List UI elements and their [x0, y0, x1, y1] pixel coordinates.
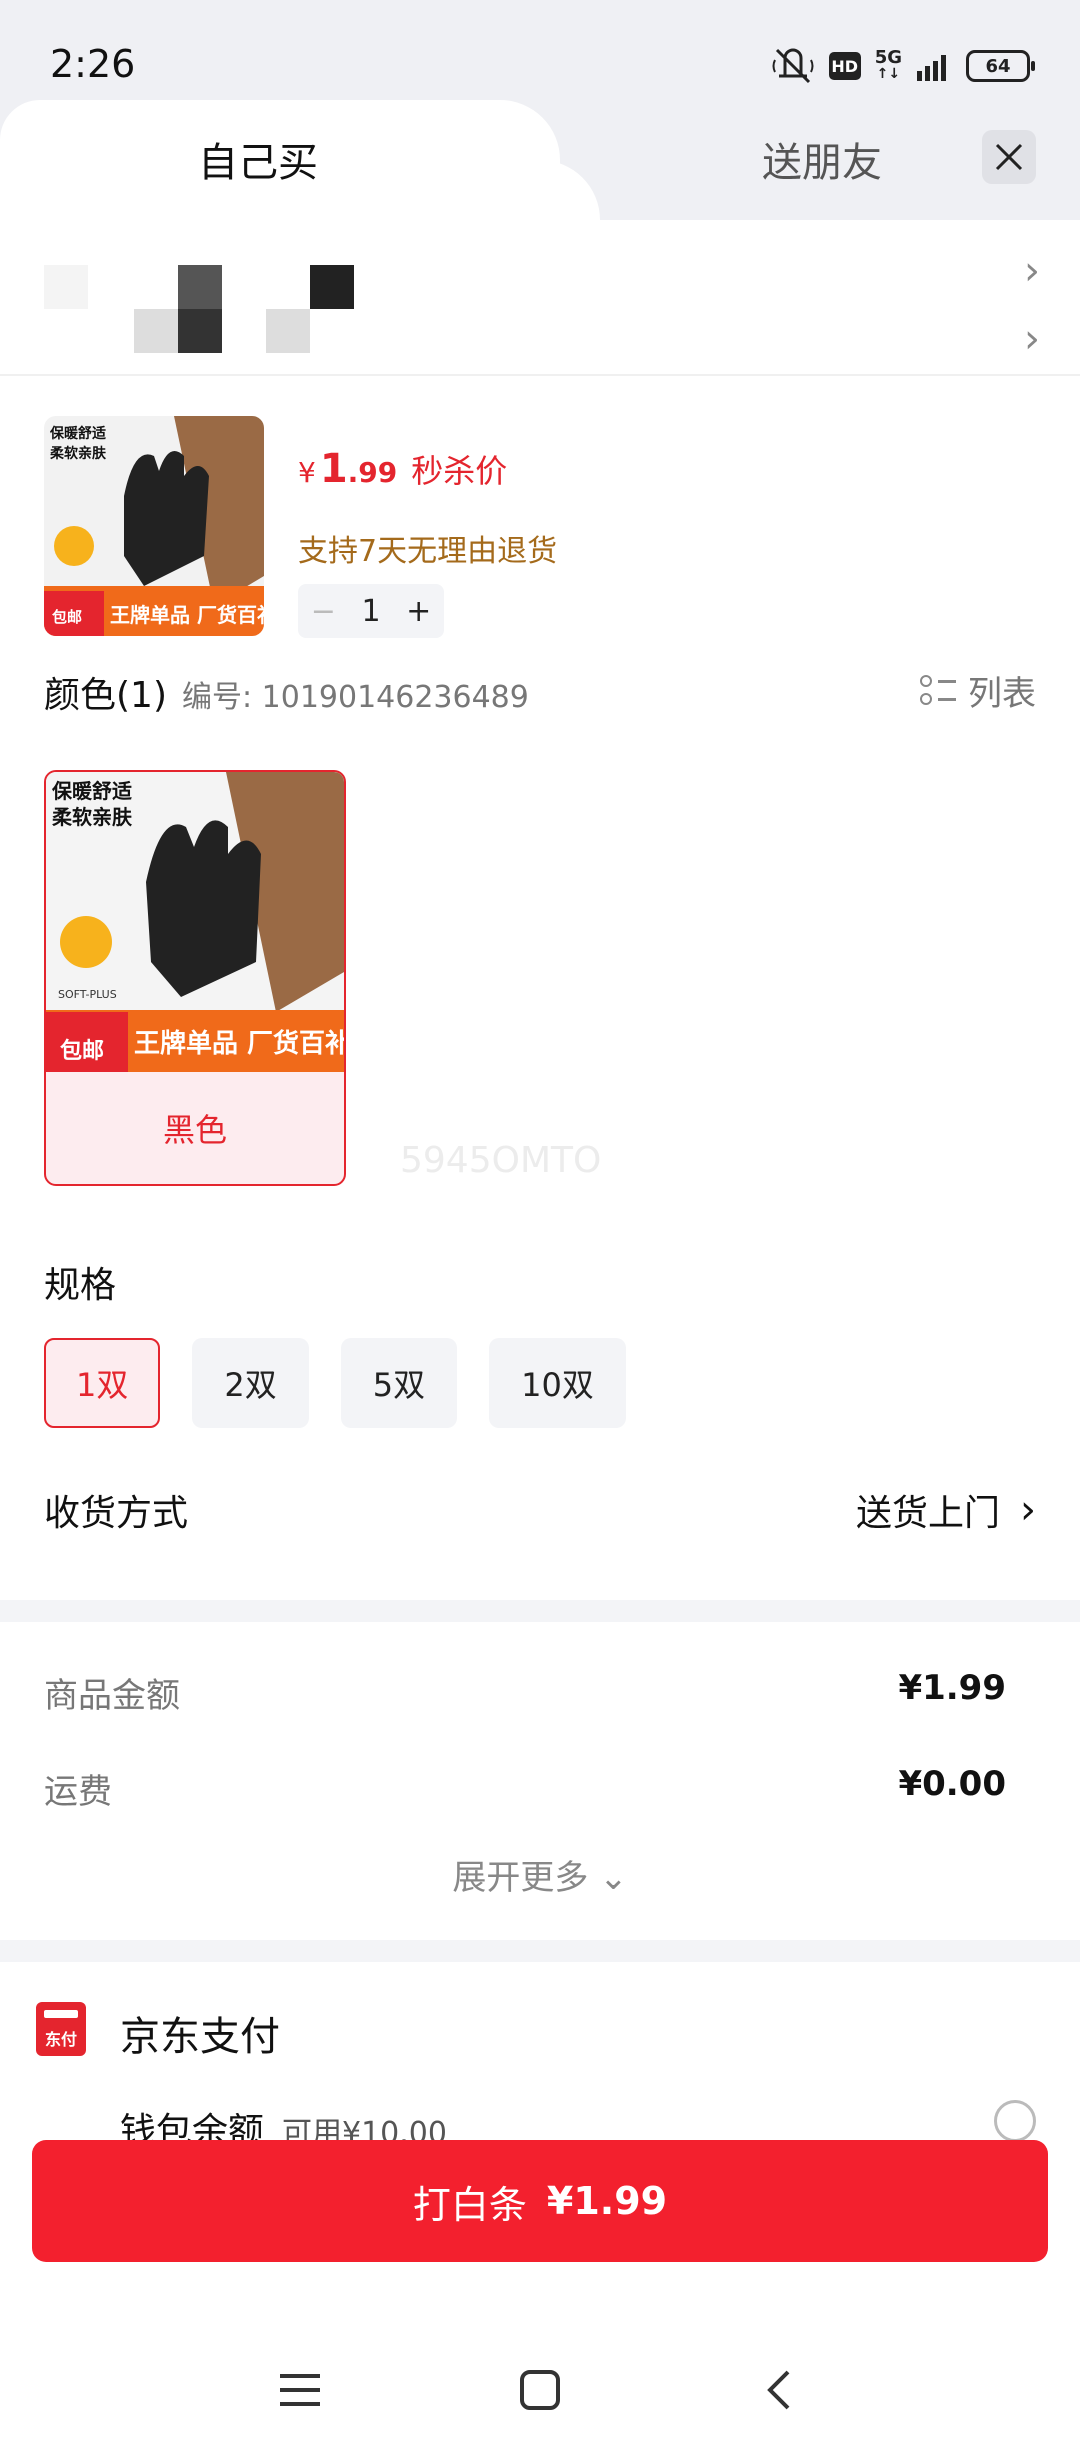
card-text-top: 保暖舒适: [51, 779, 132, 803]
price-summary: 商品金额 ¥1.99 运费 ¥0.00 展开更多 ⌄: [0, 1600, 1080, 1940]
spec-option-5[interactable]: 5双: [340, 1338, 458, 1428]
spec-option-2[interactable]: 2双: [192, 1338, 309, 1428]
card-text-top2: 柔软亲肤: [52, 805, 133, 829]
pay-button[interactable]: 打白条 ¥1.99: [32, 2140, 1048, 2262]
color-option-black[interactable]: 保暖舒适 柔软亲肤 SOFT-PLUS 包邮 王牌单品 厂货百补 黑色: [44, 770, 346, 1186]
system-nav-bar: [0, 2320, 1080, 2460]
color-option-label: 黑色: [162, 1111, 227, 1149]
network-label: 5G: [874, 47, 902, 68]
goods-amount-value: ¥1.99: [898, 1668, 1006, 1708]
home-nav-button[interactable]: [510, 2360, 570, 2420]
freight-label: 运费: [44, 1772, 112, 1812]
freight-row: 运费 ¥0.00: [44, 1764, 1006, 1813]
shipping-method-row[interactable]: 收货方式 送货上门 ›: [44, 1480, 1036, 1540]
expand-more-button[interactable]: 展开更多 ⌄: [0, 1850, 1080, 1899]
battery-icon: 64: [966, 50, 1035, 82]
return-policy-note: 支持7天无理由退货: [298, 534, 558, 569]
card-badge: 包邮: [60, 1038, 104, 1064]
watermark: 5945OMTO: [400, 1140, 602, 1181]
list-icon: [920, 673, 956, 709]
thumb-text-top: 保暖舒适: [49, 425, 106, 442]
price-row: ¥ 1 .99 秒杀价: [298, 446, 507, 492]
shipping-value: 送货上门: [855, 1493, 1000, 1534]
quantity-value[interactable]: 1: [361, 594, 380, 629]
spec-option-1[interactable]: 1双: [44, 1338, 161, 1428]
list-view-toggle[interactable]: 列表: [920, 666, 1036, 715]
shipping-label: 收货方式: [44, 1493, 189, 1534]
thumb-text-bottom: 王牌单品 厂货百补: [110, 603, 264, 627]
shipping-value-group: 送货上门 ›: [856, 1484, 1036, 1536]
purchase-sheet: › › 保暖舒适 柔软亲肤 包邮 王牌单品 厂货百补 ¥ 1 .99 秒杀价 支…: [0, 220, 1080, 2240]
spec-options: 1双 2双 5双 10双: [44, 1338, 626, 1428]
card-text-bottom: 王牌单品 厂货百补: [134, 1028, 344, 1059]
freight-value: ¥0.00: [898, 1764, 1006, 1804]
chevron-down-icon: ⌄: [599, 1858, 628, 1898]
back-icon: [767, 2370, 790, 2410]
tab-send-friend[interactable]: 送朋友: [762, 130, 882, 188]
payment-title: 京东支付: [120, 2014, 280, 2060]
status-bar: 2:26 HD 5G ↑↓ 64: [0, 0, 1080, 100]
goods-amount-row: 商品金额 ¥1.99: [44, 1668, 1006, 1717]
card-brand: SOFT-PLUS: [58, 988, 117, 1001]
address-section[interactable]: › ›: [0, 220, 1080, 376]
menu-icon: [280, 2374, 320, 2406]
hd-icon: HD: [828, 52, 861, 80]
pay-button-bar: 打白条 ¥1.99: [0, 2140, 1080, 2320]
pixelated-address: [44, 265, 354, 355]
color-heading: 颜色(1): [44, 675, 167, 716]
menu-nav-button[interactable]: [270, 2360, 330, 2420]
jd-pay-logo-icon: 东付: [36, 2002, 86, 2056]
spec-heading: 规格: [44, 1265, 117, 1306]
sku-number: 编号: 10190146236489: [182, 680, 529, 715]
thumb-text-top2: 柔软亲肤: [49, 445, 107, 462]
flash-sale-tag: 秒杀价: [411, 452, 508, 490]
chevron-right-icon: ›: [1020, 1487, 1036, 1533]
purchase-mode-tabs: 自己买 送朋友: [0, 100, 1080, 220]
status-time: 2:26: [50, 42, 136, 86]
expand-more-label: 展开更多: [452, 1858, 589, 1898]
status-icons: HD 5G ↑↓ 64: [771, 46, 1035, 86]
quantity-stepper: − 1 +: [298, 584, 444, 638]
wallet-radio[interactable]: [994, 2100, 1036, 2142]
signal-icon: [916, 51, 952, 81]
increase-button[interactable]: +: [406, 594, 431, 629]
home-square-icon: [520, 2370, 560, 2410]
tab-self-label[interactable]: 自己买: [198, 130, 318, 188]
chevron-right-icon[interactable]: ›: [1024, 316, 1040, 362]
close-icon: [995, 143, 1023, 171]
price-currency: ¥: [298, 456, 316, 489]
color-option-image: 保暖舒适 柔软亲肤 SOFT-PLUS 包邮 王牌单品 厂货百补: [46, 772, 344, 1072]
spec-option-10[interactable]: 10双: [489, 1338, 626, 1428]
decrease-button[interactable]: −: [311, 594, 336, 629]
goods-amount-label: 商品金额: [44, 1676, 180, 1716]
pay-button-label: 打白条: [412, 2182, 527, 2227]
price-decimal: .99: [347, 456, 398, 489]
price-integer: 1: [319, 446, 348, 492]
pay-button-amount: ¥1.99: [546, 2179, 668, 2223]
network-5g-icon: 5G ↑↓: [874, 47, 902, 83]
tab-curve: [500, 160, 600, 220]
thumb-badge: 包邮: [52, 608, 82, 626]
back-nav-button[interactable]: [750, 2360, 810, 2420]
close-button[interactable]: [982, 130, 1036, 184]
product-thumbnail: 保暖舒适 柔软亲肤 包邮 王牌单品 厂货百补: [44, 416, 264, 636]
list-label: 列表: [968, 674, 1036, 714]
vibrate-off-icon: [771, 46, 815, 86]
chevron-right-icon[interactable]: ›: [1024, 248, 1040, 294]
